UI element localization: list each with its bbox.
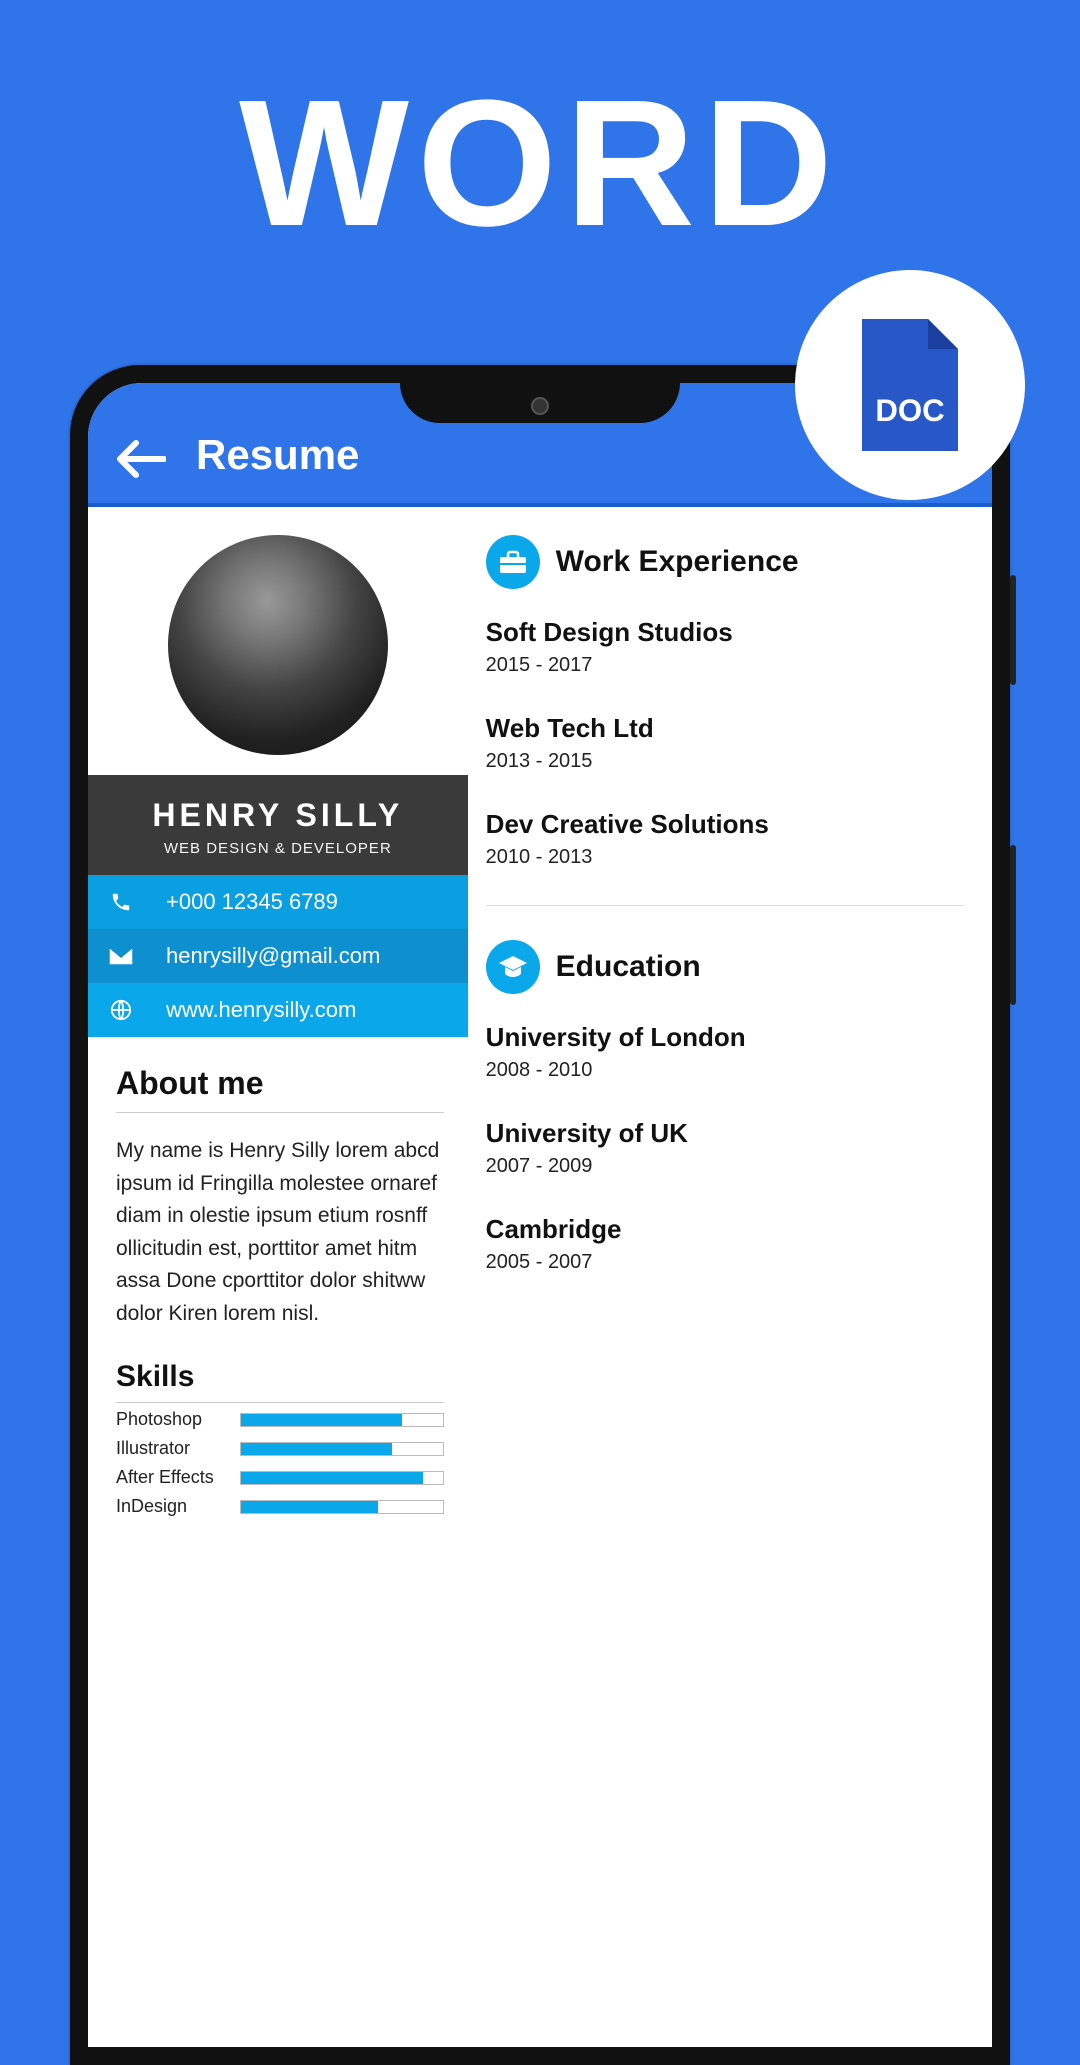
skill-bar <box>240 1500 444 1514</box>
education-item: Cambridge 2005 - 2007 <box>486 1214 964 1274</box>
work-section-head: Work Experience <box>486 535 964 589</box>
work-item-dates: 2010 - 2013 <box>486 846 964 869</box>
graduation-cap-icon <box>486 940 540 994</box>
mail-icon <box>108 947 134 965</box>
skill-row: InDesign <box>116 1496 444 1517</box>
avatar <box>168 535 388 755</box>
skill-fill <box>241 1414 402 1426</box>
hero-title: WORD <box>0 60 1080 267</box>
skill-label: Illustrator <box>116 1438 226 1459</box>
contact-email-row: henrysilly@gmail.com <box>88 929 468 983</box>
work-item: Dev Creative Solutions 2010 - 2013 <box>486 809 964 869</box>
education-item-dates: 2005 - 2007 <box>486 1251 964 1274</box>
document-body: HENRY SILLY WEB DESIGN & DEVELOPER +000 … <box>88 507 992 2047</box>
work-item: Soft Design Studios 2015 - 2017 <box>486 617 964 677</box>
back-arrow-icon[interactable] <box>116 439 166 479</box>
skill-label: InDesign <box>116 1496 226 1517</box>
skill-row: Photoshop <box>116 1409 444 1430</box>
about-heading: About me <box>88 1037 468 1112</box>
education-item-dates: 2007 - 2009 <box>486 1155 964 1178</box>
side-button <box>1010 575 1016 685</box>
work-item-title: Soft Design Studios <box>486 617 964 648</box>
globe-icon <box>108 999 134 1021</box>
doc-badge: DOC <box>795 270 1025 500</box>
work-item-dates: 2015 - 2017 <box>486 654 964 677</box>
education-section-head: Education <box>486 940 964 994</box>
left-column: HENRY SILLY WEB DESIGN & DEVELOPER +000 … <box>88 507 468 2047</box>
skill-label: After Effects <box>116 1467 226 1488</box>
work-item-title: Web Tech Ltd <box>486 713 964 744</box>
skill-bar <box>240 1442 444 1456</box>
skill-fill <box>241 1472 423 1484</box>
skill-fill <box>241 1501 378 1513</box>
contact-phone-row: +000 12345 6789 <box>88 875 468 929</box>
phone-icon <box>108 891 134 913</box>
briefcase-icon <box>486 535 540 589</box>
education-item: University of London 2008 - 2010 <box>486 1022 964 1082</box>
skill-row: Illustrator <box>116 1438 444 1459</box>
skill-bar <box>240 1413 444 1427</box>
phone-notch <box>400 383 680 423</box>
badge-label: DOC <box>875 393 944 428</box>
skills-list: Photoshop Illustrator After Effects InDe… <box>88 1403 468 1517</box>
side-button <box>1010 845 1016 1005</box>
contact-phone: +000 12345 6789 <box>166 889 338 915</box>
right-column: Work Experience Soft Design Studios 2015… <box>468 507 992 2047</box>
education-item-dates: 2008 - 2010 <box>486 1059 964 1082</box>
skill-row: After Effects <box>116 1467 444 1488</box>
about-text: My name is Henry Silly lorem abcd ipsum … <box>88 1113 468 1330</box>
person-role: WEB DESIGN & DEVELOPER <box>98 840 458 857</box>
education-item-title: University of UK <box>486 1118 964 1149</box>
section-divider <box>486 905 964 906</box>
contact-email: henrysilly@gmail.com <box>166 943 380 969</box>
education-item: University of UK 2007 - 2009 <box>486 1118 964 1178</box>
contact-website-row: www.henrysilly.com <box>88 983 468 1037</box>
skill-fill <box>241 1443 392 1455</box>
document-icon: DOC <box>850 310 970 460</box>
work-item: Web Tech Ltd 2013 - 2015 <box>486 713 964 773</box>
name-block: HENRY SILLY WEB DESIGN & DEVELOPER <box>88 775 468 875</box>
skills-heading: Skills <box>88 1330 468 1402</box>
skill-label: Photoshop <box>116 1409 226 1430</box>
education-item-title: University of London <box>486 1022 964 1053</box>
contact-website: www.henrysilly.com <box>166 997 356 1023</box>
skill-bar <box>240 1471 444 1485</box>
education-item-title: Cambridge <box>486 1214 964 1245</box>
work-item-title: Dev Creative Solutions <box>486 809 964 840</box>
page-title: Resume <box>196 431 359 479</box>
phone-frame: Resume HENRY SILLY WEB DESIGN & DEVELOPE… <box>70 365 1010 2065</box>
education-heading: Education <box>556 950 701 984</box>
person-name: HENRY SILLY <box>98 797 458 834</box>
work-item-dates: 2013 - 2015 <box>486 750 964 773</box>
work-heading: Work Experience <box>556 545 799 579</box>
